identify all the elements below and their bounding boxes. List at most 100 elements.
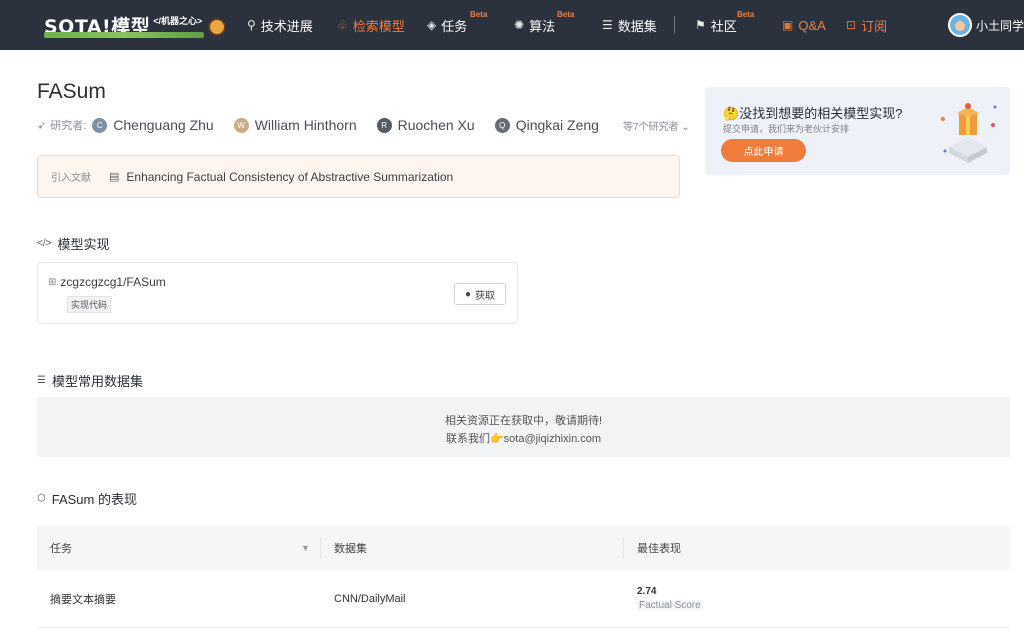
top-navbar: SOTA!模型 </机器之心> ⚲ 技术进展 ♧ 检索模型 ◈ 任务 Beta … [0,0,1024,50]
more-authors-toggle[interactable]: 等7个研究者 ⌄ [623,118,690,133]
section-title-performance: ⬡ FASum 的表现 [37,489,137,508]
logo-mascot-icon [208,18,227,36]
database-icon: ☰ [602,18,613,32]
page-title: FASum [37,80,106,103]
performance-table: 任务 ▼ 数据集 最佳表现 摘要文本摘要 CNN/DailyMail 2.74 … [37,526,1010,628]
document-icon: ▤ [109,171,120,183]
nav-item-subscribe[interactable]: ⊡ 订阅 [846,0,887,50]
beta-badge: Beta [737,10,755,19]
qa-icon: ▣ [782,18,794,32]
more-authors-label: 等7个研究者 [622,121,679,133]
column-header-best: 最佳表现 [637,543,681,555]
promo-title: 🤔没找到想要的相关模型实现? [723,103,902,122]
author-name: Ruochen Xu [397,117,475,133]
implementation-card: ⊞ zcgzcgzcg1/FASum 实现代码 ● 获取 [37,262,518,324]
contact-label: 联系我们 [445,433,490,445]
model-icon: ♧ [337,18,348,32]
nav-item-datasets[interactable]: ☰ 数据集 [602,0,657,50]
author-item[interactable]: Q Qingkai Zeng [494,117,599,133]
nav-item-tasks[interactable]: ◈ 任务 [427,0,467,50]
author-name: Chenguang Zhu [113,117,214,133]
author-item[interactable]: R Ruochen Xu [376,117,475,133]
column-header-dataset: 数据集 [334,543,367,555]
user-menu[interactable]: 小土同学 [948,13,1024,37]
nav-item-tech-progress[interactable]: ⚲ 技术进展 [247,0,313,50]
repo-icon: ⊞ [48,276,57,288]
code-icon: </> [37,238,52,249]
contact-line: 联系我们👉sota@jiqizhixin.com [37,430,1010,446]
thinking-face-icon: 🤔 [723,106,740,121]
site-logo[interactable]: SOTA!模型 </机器之心> [44,10,227,40]
nav-item-label: 数据集 [617,18,657,34]
author-avatar: C [92,117,108,133]
pointing-hand-icon: 👉 [489,433,504,445]
get-code-button[interactable]: ● 获取 [454,283,506,305]
author-avatar: W [233,117,249,133]
repo-link[interactable]: ⊞ zcgzcgzcg1/FASum [48,275,166,289]
nav-item-label: 检索模型 [352,18,405,34]
reference-paper-box: 引入文献 ▤ Enhancing Factual Consistency of … [37,155,680,198]
nav-item-algorithms[interactable]: ✺ 算法 [514,0,555,50]
author-avatar: Q [494,117,510,133]
logo-subtext: </机器之心> [153,15,203,26]
dataset-cell[interactable]: CNN/DailyMail [334,593,406,605]
nav-item-label: Q&A [798,17,826,33]
avatar [948,13,972,37]
nav-item-label: 社区 [710,18,737,34]
author-list: ➶ 研究者: C Chenguang Zhu W William Hinthor… [37,117,690,133]
score-value: 2.74 [637,586,657,597]
code-tag: 实现代码 [67,296,112,313]
nav-item-label: 任务 [441,18,468,34]
apply-button[interactable]: 点此申请 [721,139,806,162]
filter-icon[interactable]: ▼ [301,543,310,553]
user-name: 小土同学 [976,18,1024,33]
author-avatar: R [376,117,392,133]
gift-box-illustration [941,103,997,163]
promo-subtitle: 提交申请，我们来为老伙计安排 [723,124,850,134]
author-name: Qingkai Zeng [515,117,599,133]
score-metric: Factual Score [637,600,703,611]
layers-icon: ◈ [427,18,437,32]
chevron-down-icon: ⌄ [681,121,690,133]
table-header: 任务 ▼ 数据集 最佳表现 [37,526,1010,570]
author-item[interactable]: C Chenguang Zhu [92,117,214,133]
best-score-cell: 2.74 Factual Score [637,586,703,611]
flag-icon: ⚑ [695,18,706,32]
nav-divider [674,16,675,34]
author-item[interactable]: W William Hinthorn [233,117,357,133]
authors-label: ➶ 研究者: [37,117,86,133]
empty-state-message: 相关资源正在获取中，敬请期待! [444,415,603,427]
algorithm-icon: ✺ [514,18,525,32]
database-icon: ☰ [37,375,46,386]
section-title-text: 模型实现 [57,237,110,252]
get-code-label: 获取 [475,290,496,302]
table-row[interactable]: 摘要文本摘要 CNN/DailyMail 2.74 Factual Score [37,570,1010,628]
section-title-text: 模型常用数据集 [51,374,143,389]
beta-badge: Beta [557,10,575,19]
section-title-text: FASum 的表现 [51,492,137,507]
column-divider [623,538,624,558]
column-header-task: 任务 [50,543,72,555]
hexagon-icon: ⬡ [37,493,46,504]
send-icon: ➶ [37,119,47,132]
nav-item-label: 技术进展 [260,18,313,34]
section-title-datasets: ☰ 模型常用数据集 [37,371,143,390]
column-divider [320,538,321,558]
logo-grass-decoration [44,32,204,38]
contact-email-link[interactable]: sota@jiqizhixin.com [504,433,601,445]
nav-item-qa[interactable]: ▣ Q&A [782,0,826,50]
repo-name: zcgzcgzcg1/FASum [60,275,166,289]
reference-paper-link[interactable]: Enhancing Factual Consistency of Abstrac… [126,170,453,184]
task-cell[interactable]: 摘要文本摘要 [50,591,116,607]
github-icon: ● [464,288,472,300]
authors-label-text: 研究者: [50,120,87,132]
section-title-implementation: </> 模型实现 [37,234,109,253]
rocket-icon: ⚲ [247,18,256,32]
author-name: William Hinthorn [254,117,357,133]
nav-item-label: 订阅 [861,18,888,34]
nav-item-search-models[interactable]: ♧ 检索模型 [337,0,405,50]
datasets-empty-state: 相关资源正在获取中，敬请期待! 联系我们👉sota@jiqizhixin.com [37,397,1010,457]
reference-label: 引入文献 [51,173,91,184]
promo-title-text: 没找到想要的相关模型实现? [739,106,903,121]
nav-item-community[interactable]: ⚑ 社区 [695,0,737,50]
